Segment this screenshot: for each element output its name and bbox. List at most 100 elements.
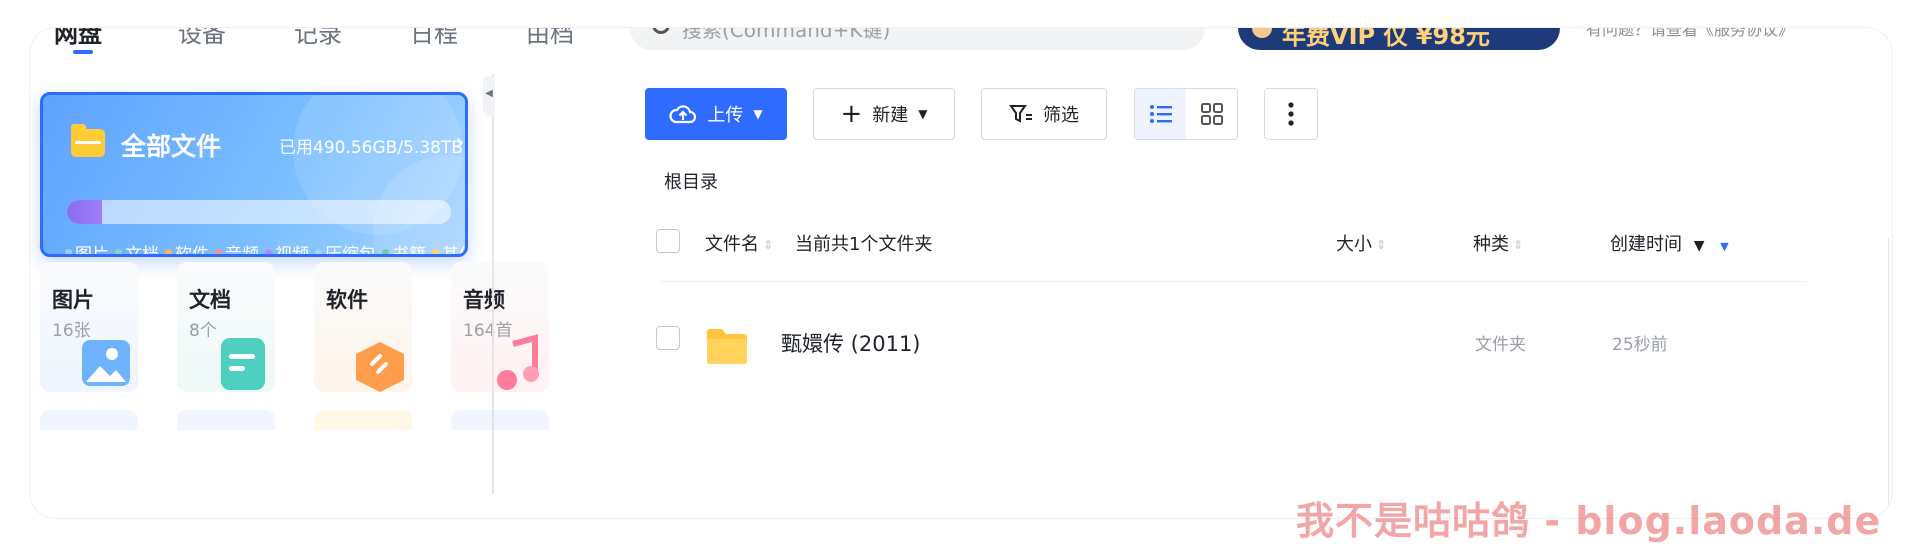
legend-dot	[432, 249, 439, 254]
folder-icon	[71, 124, 105, 157]
legend-item: 软件	[165, 240, 209, 257]
category-name: 软件	[326, 288, 368, 312]
legend-label: 文档	[125, 245, 159, 257]
nav-tab-archive[interactable]: 由档	[526, 28, 574, 49]
column-size-header[interactable]: 大小 ⇕	[1336, 230, 1386, 256]
storage-legend: 图片 文档 软件 音频 视频 压缩包 书籍 其他	[65, 240, 465, 257]
category-tile-row2	[314, 410, 412, 430]
list-view-button[interactable]	[1135, 89, 1186, 139]
file-created-time: 25秒前	[1612, 335, 1668, 355]
filter-label: 筛选	[1043, 105, 1079, 126]
category-name: 音频	[463, 288, 505, 312]
vip-icon	[1252, 28, 1272, 38]
column-created-header[interactable]: 创建时间 ▼ ▼	[1610, 230, 1729, 256]
search-input[interactable]: 搜索(Command+K键)	[630, 28, 1205, 50]
legend-item: 音频	[215, 240, 259, 257]
legend-dot	[165, 249, 172, 254]
legend-item: 视频	[265, 240, 309, 254]
legend-label: 软件	[175, 245, 209, 257]
chevron-right-icon[interactable]: ›	[455, 128, 465, 156]
header-divider	[660, 281, 1806, 282]
legend-dot	[215, 249, 222, 254]
grid-view-icon	[1200, 103, 1223, 125]
all-files-title: 全部文件	[121, 132, 222, 161]
vip-text: 年费VIP 仅 ¥98元	[1282, 28, 1490, 50]
nav-tab-records[interactable]: 记录	[294, 28, 342, 49]
legend-item: 压缩包	[315, 240, 376, 257]
folder-count-summary: 当前共1个文件夹	[795, 234, 933, 255]
right-edge-divider	[1888, 238, 1889, 518]
legend-item: 文档	[115, 240, 159, 257]
more-options-button[interactable]	[1264, 88, 1318, 140]
category-tile-2[interactable]: 软件	[314, 262, 412, 392]
more-vertical-icon	[1288, 102, 1294, 126]
category-name: 图片	[52, 288, 94, 312]
legend-label: 压缩包	[325, 245, 376, 257]
upload-label: 上传	[707, 105, 744, 126]
software-icon	[356, 342, 404, 392]
category-name: 文档	[189, 288, 231, 312]
new-label: 新建	[872, 105, 909, 126]
legend-item: 书籍	[382, 240, 426, 254]
collapse-sidebar-icon[interactable]: ◀	[483, 76, 495, 116]
file-name[interactable]: 甄嬛传 (2011)	[781, 328, 921, 358]
nav-tab-schedule[interactable]: 日程	[410, 28, 458, 49]
document-icon	[221, 338, 265, 390]
folder-icon[interactable]	[705, 326, 749, 366]
legend-label: 音频	[225, 245, 259, 257]
list-view-icon	[1149, 105, 1172, 123]
top-nav: 网盘 设备 记录 日程 由档 搜索(Command+K键) 年费VIP 仅 ¥9…	[30, 28, 1892, 56]
image-icon	[82, 340, 130, 386]
storage-progress-bar	[67, 200, 451, 224]
app-window: 网盘 设备 记录 日程 由档 搜索(Command+K键) 年费VIP 仅 ¥9…	[30, 28, 1892, 518]
row-checkbox[interactable]	[656, 326, 680, 350]
chevron-down-icon: ▼	[1693, 238, 1705, 254]
sort-icon: ⇕	[763, 238, 774, 252]
select-all-checkbox[interactable]	[656, 229, 680, 253]
storage-progress-fill	[67, 200, 102, 224]
grid-view-button[interactable]	[1186, 89, 1237, 139]
watermark-text: 我不是咕咕鸽 - blog.laoda.de	[1296, 499, 1882, 543]
cloud-upload-icon	[669, 105, 697, 124]
plus-icon: +	[840, 99, 863, 129]
search-icon	[652, 28, 670, 34]
view-toggle	[1134, 88, 1238, 140]
search-placeholder: 搜索(Command+K键)	[682, 28, 891, 42]
active-tab-indicator	[73, 50, 93, 54]
caret-down-icon: ▼	[918, 107, 928, 121]
legend-label: 其他	[442, 245, 465, 257]
nav-tab-drive[interactable]: 网盘	[54, 28, 102, 49]
category-tile-3[interactable]: 音频 164首	[451, 262, 549, 392]
music-icon	[497, 334, 539, 390]
notice-text[interactable]: 有问题？请查看《服务协议》	[1586, 28, 1794, 40]
category-tile-1[interactable]: 文档 8个	[177, 262, 275, 392]
category-tile-0[interactable]: 图片 16张	[40, 262, 138, 392]
storage-usage: 已用490.56GB/5.38TB	[279, 138, 463, 158]
legend-dot	[115, 249, 122, 254]
legend-item: 图片	[65, 240, 109, 257]
panel-splitter[interactable]	[492, 74, 494, 494]
legend-dot	[265, 249, 272, 254]
file-type: 文件夹	[1475, 335, 1526, 355]
new-button[interactable]: + 新建 ▼	[813, 88, 955, 140]
filter-button[interactable]: 筛选	[981, 88, 1107, 140]
caret-down-icon: ▼	[753, 107, 763, 121]
sort-desc-icon: ▼	[1720, 240, 1729, 253]
legend-item: 其他	[432, 240, 465, 257]
category-tile-row2	[451, 410, 549, 430]
legend-dot	[382, 249, 389, 254]
legend-dot	[315, 249, 322, 254]
column-type-header[interactable]: 种类 ⇕	[1473, 230, 1523, 256]
breadcrumb[interactable]: 根目录	[664, 168, 718, 194]
legend-label: 图片	[75, 245, 109, 257]
category-tile-row2	[177, 410, 275, 430]
sort-icon: ⇕	[1376, 238, 1387, 252]
nav-tab-devices[interactable]: 设备	[178, 28, 226, 49]
sort-icon: ⇕	[1513, 238, 1524, 252]
vip-banner[interactable]: 年费VIP 仅 ¥98元	[1238, 28, 1560, 50]
upload-button[interactable]: 上传 ▼	[645, 88, 787, 140]
legend-dot	[65, 249, 72, 254]
category-tile-row2	[40, 410, 138, 430]
column-name-header[interactable]: 文件名 ⇕	[705, 230, 773, 256]
all-files-card[interactable]: 全部文件 已用490.56GB/5.38TB › 图片 文档 软件 音频 视频 压缩包 书籍…	[40, 92, 468, 257]
